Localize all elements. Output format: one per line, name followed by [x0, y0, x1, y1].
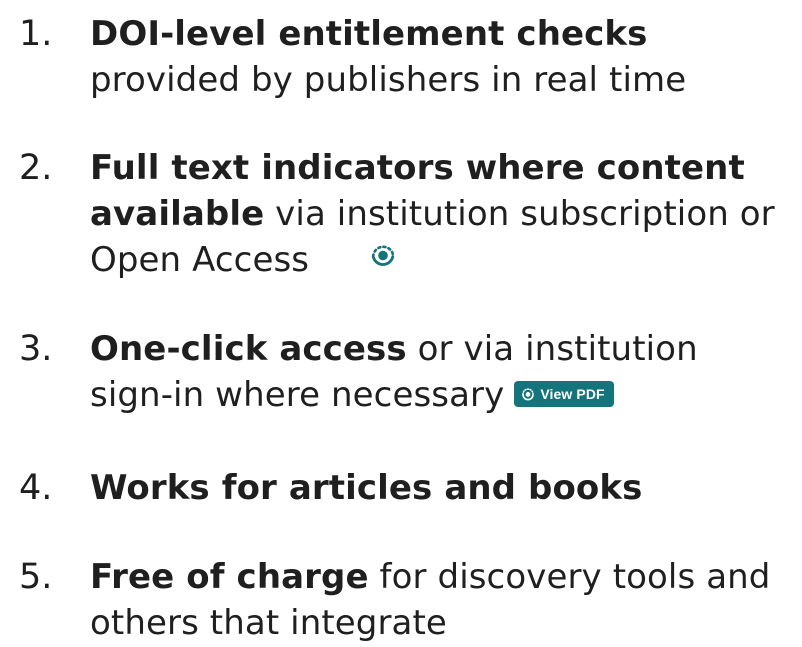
item-bold-text: available	[90, 194, 265, 234]
item-text: Works for articles and books	[90, 465, 800, 511]
item-text: Full text indicators where content avail…	[90, 145, 800, 283]
item-number: 4.	[19, 468, 53, 508]
item-bold-text: DOI-level entitlement checks	[90, 14, 648, 54]
item-text-line: via institution subscription or	[264, 194, 775, 234]
item-text: Free of charge for discovery tools and o…	[90, 554, 800, 646]
item-text-line: for discovery tools and	[368, 557, 771, 597]
item-bold-text: Works for articles and books	[90, 468, 643, 508]
item-text: One-click access or via institution sign…	[90, 326, 800, 418]
item-bold-text: One-click access	[90, 329, 407, 369]
item-number: 3.	[19, 329, 53, 369]
item-text-line: others that integrate	[90, 603, 447, 643]
item-number: 1.	[19, 14, 53, 54]
item-text-line: Open Access	[90, 240, 310, 280]
view-pdf-label: View PDF	[540, 385, 605, 402]
item-text: DOI-level entitlement checks provided by…	[90, 11, 800, 103]
item-bold-text: Free of charge	[90, 557, 369, 597]
item-number: 2.	[19, 148, 53, 188]
item-text-line: provided by publishers in real time	[90, 60, 687, 100]
open-access-icon	[522, 387, 535, 400]
item-text-line: or via institution	[406, 329, 698, 369]
feature-list: 1. DOI-level entitlement checks provided…	[0, 0, 802, 647]
item-text-line: sign-in where necessary	[90, 375, 505, 415]
view-pdf-button[interactable]: View PDF	[514, 380, 614, 407]
open-access-icon	[367, 237, 399, 283]
item-number: 5.	[19, 557, 53, 597]
item-bold-text: Full text indicators where content	[90, 148, 745, 188]
